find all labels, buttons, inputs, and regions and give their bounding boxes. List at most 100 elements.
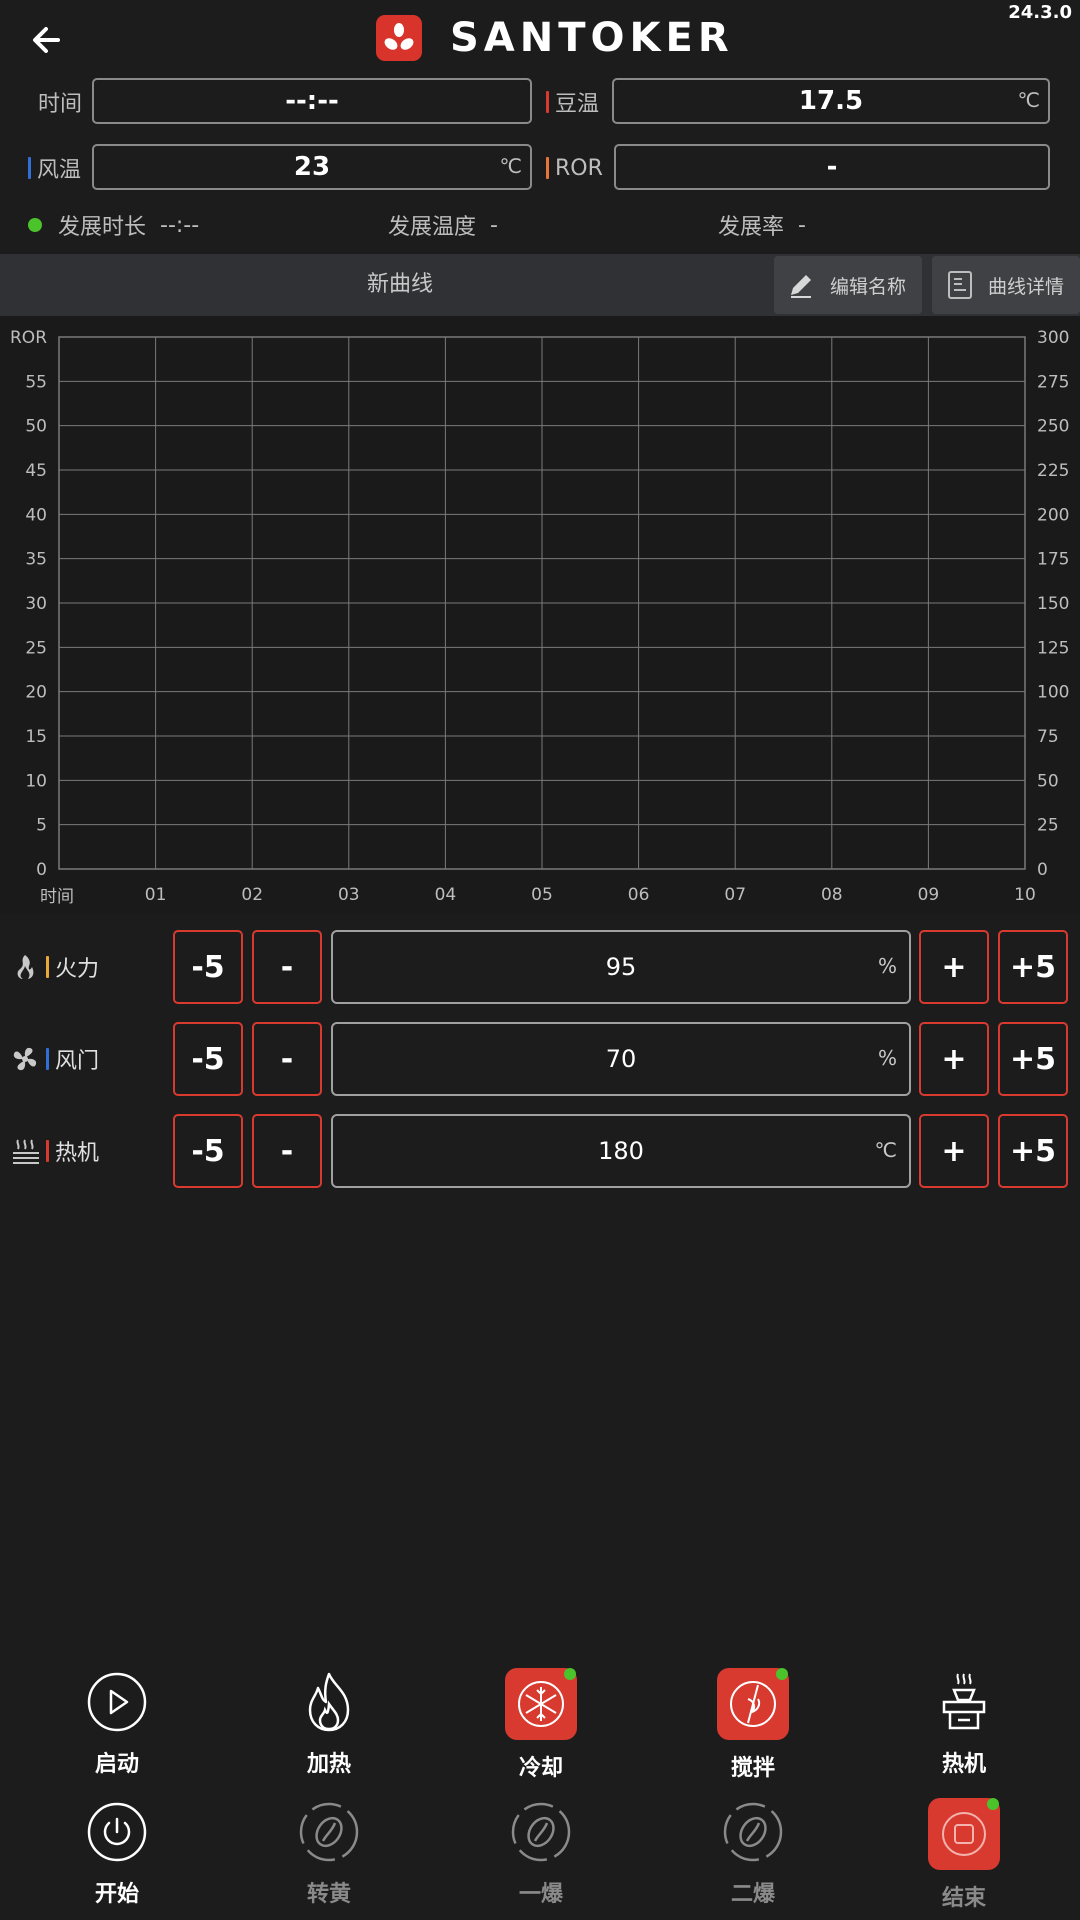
right-tick-label: 100 [1037,683,1069,703]
x-tick-label: 07 [724,885,746,905]
minus-button[interactable]: - [252,1022,322,1096]
action-bean-button[interactable]: 二爆 [693,1798,813,1908]
edit-name-button[interactable]: 编辑名称 [774,256,922,314]
play-icon [83,1668,151,1736]
fan-icon [10,1044,42,1074]
x-tick-label: 09 [918,885,940,905]
development-temp: 发展温度 - [388,212,498,241]
air-temp-field: 23 ℃ [92,144,532,190]
development-duration: 发展时长 --:-- [28,208,199,242]
control-label-1: 风门 [10,1022,170,1096]
left-tick-label: 5 [36,816,47,836]
left-tick-label: 0 [36,860,47,880]
left-tick-label: 40 [25,505,47,525]
plus-button[interactable]: + [919,1114,989,1188]
left-tick-label: 15 [25,727,47,747]
plus-five-button[interactable]: +5 [998,1114,1068,1188]
bean-temp-field: 17.5 ℃ [612,78,1050,124]
left-tick-label: 50 [25,417,47,437]
minus-button[interactable]: - [252,930,322,1004]
fire-icon [10,952,42,982]
pencil-icon [786,270,816,300]
ror-label: ROR [546,144,603,192]
action-stop-button[interactable]: 结束 [904,1798,1024,1912]
back-arrow-icon[interactable] [28,18,72,62]
bean-icon [719,1798,787,1866]
x-tick-label: 04 [435,885,457,905]
x-tick-label: 02 [241,885,263,905]
x-tick-label: 01 [145,885,167,905]
left-tick-label: 10 [25,771,47,791]
control-value-field[interactable]: 95% [331,930,911,1004]
version-label: 24.3.0 [1008,2,1072,23]
curve-name: 新曲线 [366,272,433,297]
left-tick-label: 55 [25,372,47,392]
minus-five-button[interactable]: -5 [173,930,243,1004]
control-value-field[interactable]: 70% [331,1022,911,1096]
left-tick-label: 30 [25,594,47,614]
action-bean-button[interactable]: 一爆 [481,1798,601,1908]
minus-button[interactable]: - [252,1114,322,1188]
roast-chart: 0 5 10 15 20 25 30 35 40 45 50 55 ROR 0 25 50 75 100 125 15… [0,316,1080,914]
bean-icon [507,1798,575,1866]
right-tick-label: 275 [1037,372,1069,392]
bean-icon [295,1798,363,1866]
snowflake-icon [505,1668,577,1740]
right-tick-label: 150 [1037,594,1069,614]
bean-temp-label: 豆温 [546,78,599,126]
right-tick-label: 25 [1037,816,1059,836]
right-tick-label: 50 [1037,771,1059,791]
heat-icon [10,1136,42,1166]
x-tick-label: 08 [821,885,843,905]
app-logo: SANTOKER [376,14,734,62]
stop-icon [928,1798,1000,1870]
left-tick-label: 20 [25,683,47,703]
plus-five-button[interactable]: +5 [998,930,1068,1004]
ror-field: - [614,144,1050,190]
left-tick-label: 45 [25,461,47,481]
right-tick-label: 200 [1037,505,1069,525]
time-label: 时间 [38,92,83,117]
status-dot-icon [28,218,42,232]
air-temp-label: 风温 [28,144,81,192]
action-preheat-button[interactable]: 热机 [904,1668,1024,1778]
roast-chart-svg: 0 5 10 15 20 25 30 35 40 45 50 55 ROR 0 25 50 75 100 125 15… [10,328,1069,907]
power-icon [83,1798,151,1866]
left-tick-label: 35 [25,550,47,570]
action-bean-button[interactable]: 转黄 [269,1798,389,1908]
x-tick-label: 03 [338,885,360,905]
right-tick-label: 125 [1037,638,1069,658]
document-icon [946,270,974,300]
active-dot-icon [987,1798,999,1810]
action-stir-button[interactable]: 搅拌 [693,1668,813,1782]
left-tick-label: 25 [25,638,47,658]
plus-five-button[interactable]: +5 [998,1022,1068,1096]
brand-name: SANTOKER [450,15,734,61]
logo-icon [376,15,422,61]
plus-button[interactable]: + [919,930,989,1004]
left-axis-label: ROR [10,328,47,348]
right-tick-label: 75 [1037,727,1059,747]
right-tick-label: 0 [1037,860,1048,880]
development-rate: 发展率 - [718,212,806,241]
flame-icon [295,1668,363,1736]
time-field: --:-- [92,78,532,124]
curve-details-button[interactable]: 曲线详情 [932,256,1080,314]
x-axis-label: 时间 [40,887,74,907]
right-tick-label: 300 [1037,328,1069,348]
right-tick-label: 225 [1037,461,1069,481]
action-flame-button[interactable]: 加热 [269,1668,389,1778]
action-snowflake-button[interactable]: 冷却 [481,1668,601,1782]
minus-five-button[interactable]: -5 [173,1022,243,1096]
control-label-0: 火力 [10,930,170,1004]
action-power-button[interactable]: 开始 [57,1798,177,1908]
preheat-icon [930,1668,998,1736]
x-tick-label: 06 [628,885,650,905]
control-value-field[interactable]: 180 ℃ [331,1114,911,1188]
plus-button[interactable]: + [919,1022,989,1096]
action-play-button[interactable]: 启动 [57,1668,177,1778]
stir-icon [717,1668,789,1740]
minus-five-button[interactable]: -5 [173,1114,243,1188]
active-dot-icon [564,1668,576,1680]
control-label-2: 热机 [10,1114,170,1188]
